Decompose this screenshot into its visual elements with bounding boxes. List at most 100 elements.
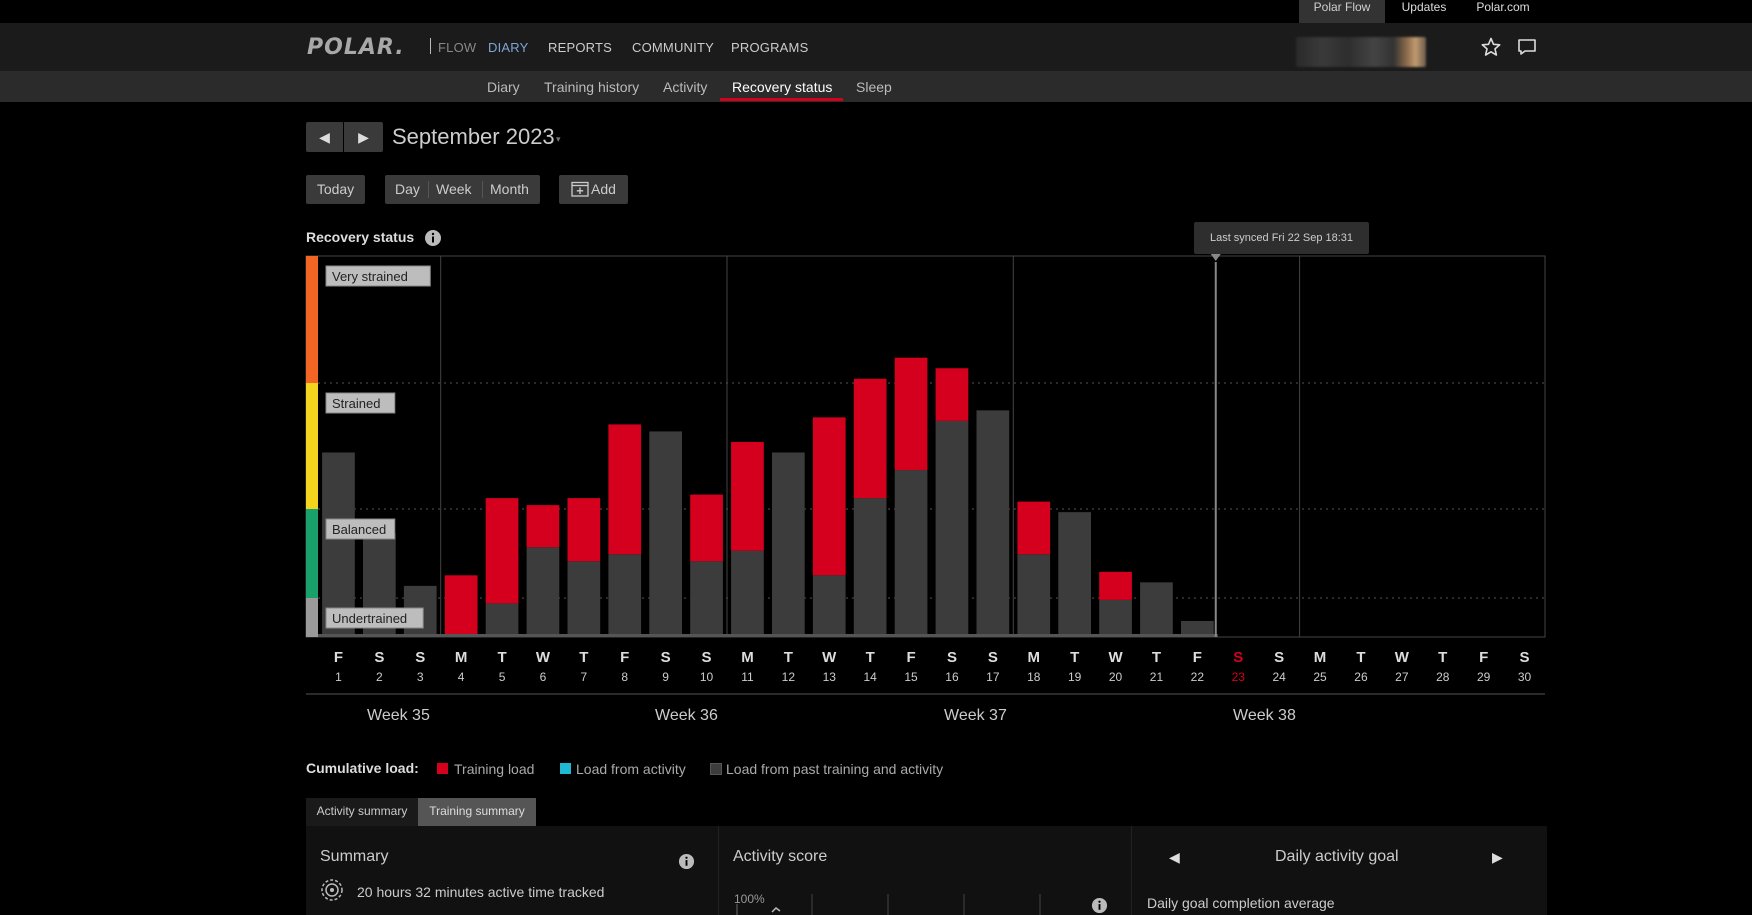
weekday-label: F — [1479, 649, 1488, 666]
sync-marker-arrow — [1210, 254, 1221, 261]
tab-training-history[interactable]: Training history — [544, 79, 639, 95]
weekday-label: T — [866, 649, 875, 666]
nav-programs[interactable]: PROGRAMS — [731, 40, 808, 55]
chart-frame — [305, 255, 1546, 638]
tab-sleep[interactable]: Sleep — [856, 79, 892, 95]
nav-community[interactable]: COMMUNITY — [632, 40, 714, 55]
bar-training-load — [567, 498, 601, 562]
star-icon[interactable] — [1481, 37, 1501, 57]
day-number-label: 20 — [1109, 670, 1123, 684]
day-number-label: 7 — [581, 670, 588, 684]
day-button[interactable]: Day — [395, 175, 420, 204]
weekday-label: W — [536, 649, 551, 666]
weekday-label: S — [1274, 649, 1284, 666]
last-synced-tooltip: Last synced Fri 22 Sep 18:31 — [1194, 222, 1369, 254]
bar-training-load — [853, 378, 887, 499]
info-icon[interactable] — [424, 229, 442, 247]
polar-logo[interactable]: POLAR. — [307, 34, 419, 58]
bar-training-load — [526, 505, 560, 548]
day-number-label: 2 — [376, 670, 383, 684]
weekday-label: F — [620, 649, 629, 666]
bar-past-load — [771, 452, 805, 635]
day-number-label: 10 — [700, 670, 714, 684]
bar-past-load — [812, 575, 846, 635]
tab-training-summary[interactable]: Training summary — [418, 798, 536, 826]
bar-training-load — [935, 368, 969, 421]
weekday-label: W — [822, 649, 837, 666]
weekday-label: T — [1438, 649, 1447, 666]
tab-recovery-status[interactable]: Recovery status — [732, 79, 832, 95]
month-button[interactable]: Month — [490, 175, 529, 204]
day-number-label: 18 — [1027, 670, 1041, 684]
today-button[interactable]: Today — [306, 175, 365, 204]
day-number-label: 23 — [1232, 670, 1246, 684]
month-title[interactable]: September 2023 — [392, 124, 555, 150]
tab-diary[interactable]: Diary — [487, 79, 520, 95]
zone-label: Strained — [332, 396, 380, 411]
day-number-label: 22 — [1191, 670, 1205, 684]
top-link-polar-com[interactable]: Polar.com — [1463, 0, 1543, 23]
bar-training-load — [731, 441, 764, 551]
chevron-down-icon[interactable]: ▾ — [556, 134, 561, 145]
goal-prev-button[interactable]: ◀ — [1169, 849, 1180, 866]
nav-reports[interactable]: REPORTS — [548, 40, 612, 55]
weekday-label: M — [741, 649, 754, 666]
next-month-button[interactable]: ▶ — [344, 122, 383, 152]
day-number-label: 26 — [1354, 670, 1368, 684]
weekday-label: W — [1395, 649, 1410, 666]
zone-label-box — [325, 265, 431, 287]
add-button[interactable]: Add — [559, 175, 628, 204]
bar-past-load — [403, 585, 437, 635]
goal-next-button[interactable]: ▶ — [1492, 849, 1503, 866]
bar-past-load — [1180, 620, 1214, 635]
prev-month-button[interactable]: ◀ — [306, 122, 343, 152]
tab-activity-summary[interactable]: Activity summary — [306, 798, 418, 826]
info-icon[interactable] — [1091, 897, 1108, 914]
weekday-label: S — [702, 649, 712, 666]
week-button[interactable]: Week — [436, 175, 472, 204]
day-number-label: 9 — [662, 670, 669, 684]
weekday-label: T — [1070, 649, 1079, 666]
panel-divider — [718, 826, 719, 915]
bar-past-load — [894, 470, 928, 635]
user-avatar[interactable] — [1296, 37, 1426, 67]
weekday-label: T — [497, 649, 506, 666]
day-number-label: 15 — [904, 670, 918, 684]
zone-label: Balanced — [332, 522, 386, 537]
nav-flow-label: FLOW — [438, 40, 477, 55]
day-number-label: 3 — [417, 670, 424, 684]
week-label: Week 38 — [1233, 707, 1296, 724]
weekday-label: S — [1233, 649, 1243, 666]
activity-score-title: Activity score — [733, 848, 828, 865]
day-number-label: 11 — [741, 670, 754, 684]
day-number-label: 6 — [540, 670, 547, 684]
weekday-label: S — [988, 649, 998, 666]
day-number-label: 4 — [458, 670, 465, 684]
nav-diary[interactable]: DIARY — [488, 40, 529, 55]
zone-strip-0 — [306, 256, 318, 383]
bar-past-load — [322, 452, 355, 635]
chat-icon[interactable] — [1517, 38, 1537, 56]
bar-past-load — [567, 561, 601, 635]
day-number-label: 30 — [1518, 670, 1532, 684]
logo-separator — [430, 38, 431, 54]
day-number-label: 21 — [1150, 670, 1164, 684]
weekday-label: T — [579, 649, 588, 666]
legend-activity-load: Load from activity — [576, 761, 686, 777]
weekday-label: T — [784, 649, 793, 666]
weekday-label: F — [1193, 649, 1202, 666]
active-time-text: 20 hours 32 minutes active time tracked — [357, 884, 605, 900]
zone-label: Very strained — [332, 269, 408, 284]
tab-activity[interactable]: Activity — [663, 79, 707, 95]
top-link-updates[interactable]: Updates — [1385, 0, 1463, 23]
legend-training-load: Training load — [454, 761, 535, 777]
bar-past-load — [731, 550, 764, 635]
top-link-polar-flow[interactable]: Polar Flow — [1299, 0, 1385, 23]
info-icon[interactable] — [678, 853, 695, 870]
bar-past-load — [485, 603, 519, 635]
summary-title: Summary — [320, 848, 389, 865]
day-number-label: 1 — [335, 670, 342, 684]
weekday-label: F — [906, 649, 915, 666]
zone-strip-3 — [306, 598, 318, 637]
legend-swatch-training-load — [437, 763, 448, 774]
